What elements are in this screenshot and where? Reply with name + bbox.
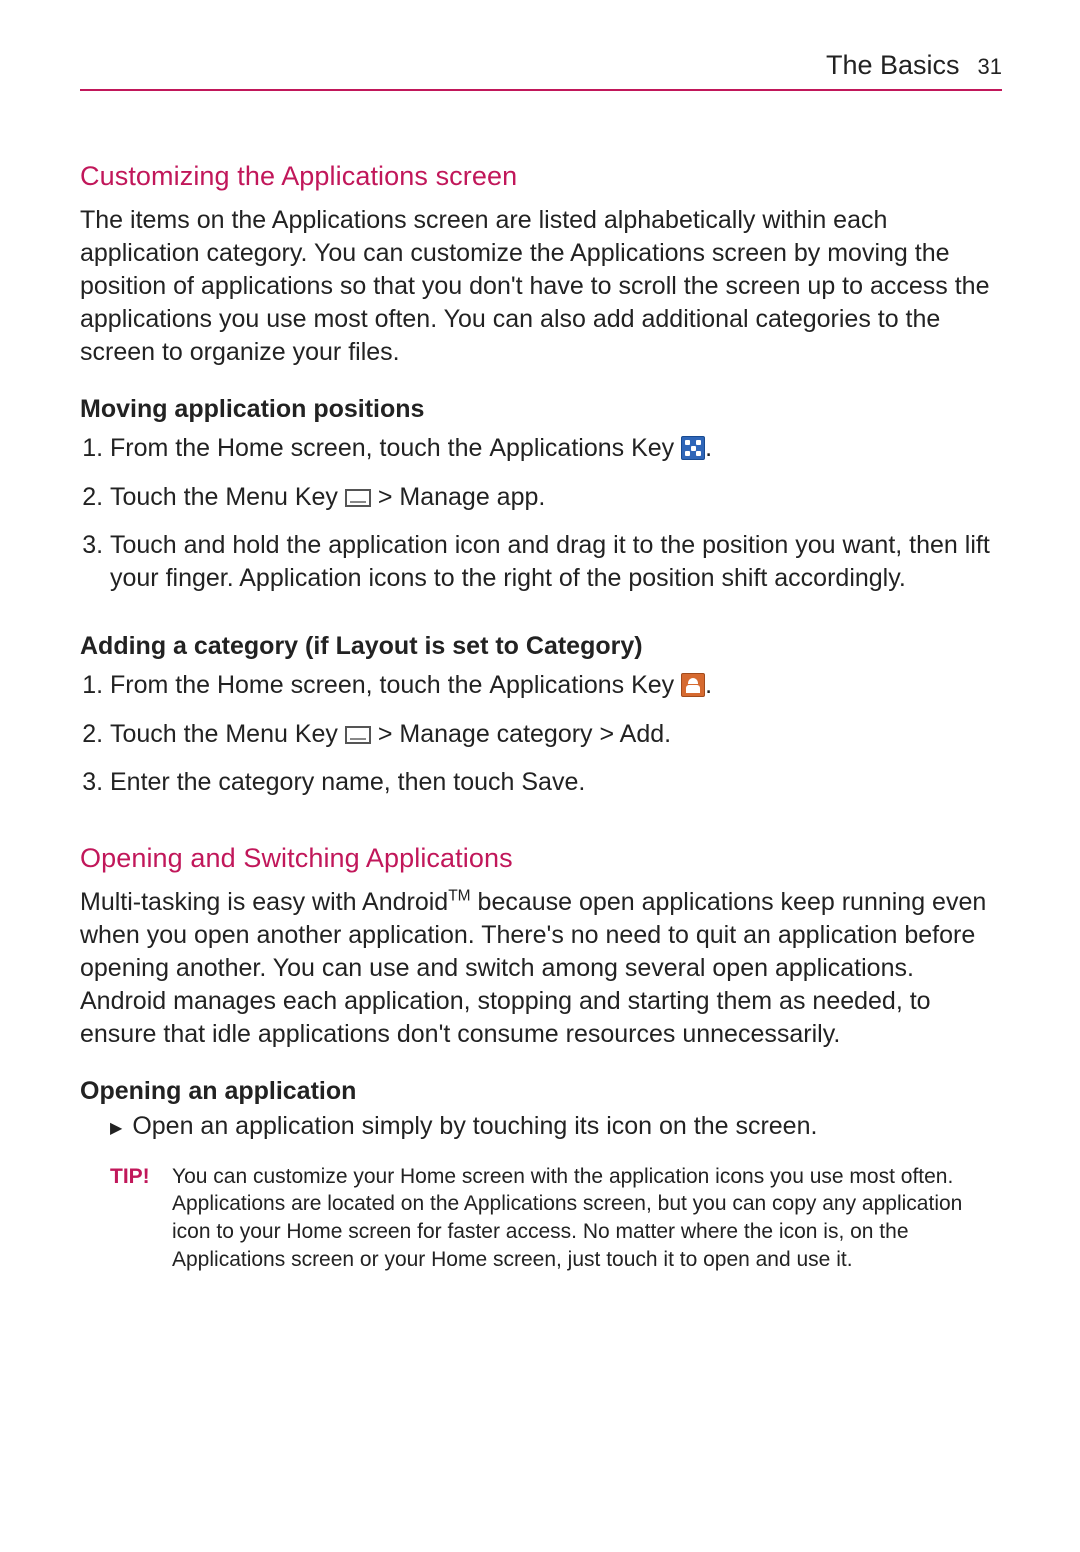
adding-step-2: Touch the Menu Key > Manage category > A… — [110, 714, 1002, 763]
triangle-bullet-icon: ▶ — [110, 1118, 122, 1138]
opening-app-bullet: ▶ Open an application simply by touching… — [110, 1112, 1002, 1141]
steps-adding: From the Home screen, touch the Applicat… — [80, 667, 1002, 811]
heading-moving: Moving application positions — [80, 395, 1002, 424]
header-title: The Basics — [826, 50, 960, 81]
trademark: TM — [448, 887, 470, 904]
menu-key-icon — [345, 726, 371, 744]
moving-step-1: From the Home screen, touch the Applicat… — [110, 430, 1002, 477]
body-customizing: The items on the Applications screen are… — [80, 204, 1002, 369]
tip-label: TIP! — [110, 1163, 172, 1274]
heading-opening-switching: Opening and Switching Applications — [80, 843, 1002, 874]
tip-block: TIP! You can customize your Home screen … — [110, 1163, 1002, 1274]
steps-moving: From the Home screen, touch the Applicat… — [80, 430, 1002, 606]
tip-text: You can customize your Home screen with … — [172, 1163, 1002, 1274]
menu-key-icon — [345, 489, 371, 507]
adding-step-1: From the Home screen, touch the Applicat… — [110, 667, 1002, 714]
applications-key-icon — [681, 673, 705, 697]
page-number: 31 — [978, 54, 1002, 80]
page-header: The Basics 31 — [80, 50, 1002, 91]
body-opening-switching: Multi-tasking is easy with AndroidTM bec… — [80, 886, 1002, 1051]
moving-step-3: Touch and hold the application icon and … — [110, 525, 1002, 606]
heading-adding: Adding a category (if Layout is set to C… — [80, 632, 1002, 661]
heading-customizing: Customizing the Applications screen — [80, 161, 1002, 192]
adding-step-3: Enter the category name, then touch Save… — [110, 762, 1002, 811]
moving-step-2: Touch the Menu Key > Manage app. — [110, 477, 1002, 526]
heading-opening-app: Opening an application — [80, 1077, 1002, 1106]
applications-key-icon — [681, 436, 705, 460]
